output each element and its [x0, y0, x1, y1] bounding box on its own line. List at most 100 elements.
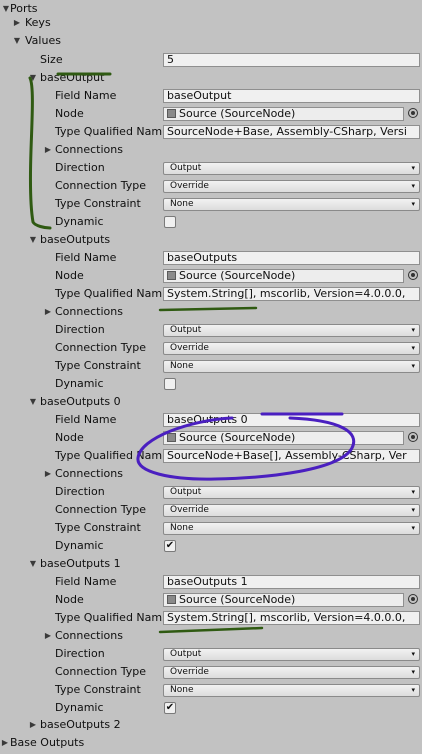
- size-label: Size: [40, 53, 63, 66]
- direction-dropdown[interactable]: Output ▾: [163, 486, 420, 499]
- size-row: Size 5: [0, 51, 422, 69]
- direction-dropdown[interactable]: Output ▾: [163, 648, 420, 661]
- triangle-down-icon[interactable]: ▼: [28, 393, 38, 411]
- node-value: Source (SourceNode): [179, 269, 296, 282]
- element-header-label: baseOutputs 0: [40, 395, 121, 408]
- script-object-icon: [167, 433, 176, 442]
- dynamic-row: Dynamic: [0, 213, 422, 231]
- field-name-input[interactable]: baseOutputs 1: [163, 575, 420, 589]
- node-object-field[interactable]: Source (SourceNode): [163, 269, 404, 283]
- field-name-input[interactable]: baseOutput: [163, 89, 420, 103]
- triangle-right-icon[interactable]: ▶: [28, 716, 38, 734]
- type-qualified-input[interactable]: System.String[], mscorlib, Version=4.0.0…: [163, 287, 420, 301]
- direction-dropdown[interactable]: Output ▾: [163, 162, 420, 175]
- node-object-field[interactable]: Source (SourceNode): [163, 107, 404, 121]
- element-header-row[interactable]: ▼ baseOutputs: [0, 231, 422, 249]
- connections-row: ▶ Connections: [0, 303, 422, 321]
- triangle-right-icon[interactable]: ▶: [43, 141, 53, 159]
- field-name-row: Field Name baseOutputs 1: [0, 573, 422, 591]
- dropdown-arrow-icon: ▾: [411, 164, 415, 172]
- connection-type-dropdown[interactable]: Override ▾: [163, 342, 420, 355]
- type-constraint-row: Type Constraint None ▾: [0, 195, 422, 213]
- object-picker-icon[interactable]: [408, 594, 418, 604]
- checkmark-icon: ✔: [165, 540, 175, 551]
- type-constraint-dropdown[interactable]: None ▾: [163, 522, 420, 535]
- field-name-row: Field Name baseOutputs: [0, 249, 422, 267]
- object-picker-icon[interactable]: [408, 432, 418, 442]
- keys-label: Keys: [25, 16, 51, 29]
- triangle-down-icon[interactable]: ▼: [28, 231, 38, 249]
- dropdown-arrow-icon: ▾: [411, 686, 415, 694]
- dynamic-label: Dynamic: [55, 701, 104, 714]
- node-value: Source (SourceNode): [179, 107, 296, 120]
- triangle-right-icon[interactable]: ▶: [43, 465, 53, 483]
- connections-label: Connections: [55, 143, 123, 156]
- connection-type-value: Override: [170, 667, 209, 677]
- connection-type-label: Connection Type: [55, 179, 147, 192]
- type-constraint-value: None: [170, 685, 194, 695]
- type-constraint-row: Type Constraint None ▾: [0, 357, 422, 375]
- dynamic-row: Dynamic: [0, 375, 422, 393]
- values-row[interactable]: ▼ Values: [0, 32, 422, 50]
- connection-type-row: Connection Type Override ▾: [0, 177, 422, 195]
- field-name-label: Field Name: [55, 575, 117, 588]
- field-name-label: Field Name: [55, 251, 117, 264]
- direction-row: Direction Output ▾: [0, 645, 422, 663]
- node-row: Node Source (SourceNode): [0, 105, 422, 123]
- node-object-field[interactable]: Source (SourceNode): [163, 431, 404, 445]
- direction-label: Direction: [55, 161, 105, 174]
- type-qualified-input[interactable]: SourceNode+Base[], Assembly-CSharp, Ver: [163, 449, 420, 463]
- node-object-field[interactable]: Source (SourceNode): [163, 593, 404, 607]
- field-name-input[interactable]: baseOutputs 0: [163, 413, 420, 427]
- triangle-right-icon[interactable]: ▶: [43, 627, 53, 645]
- triangle-down-icon[interactable]: ▼: [28, 555, 38, 573]
- object-picker-icon[interactable]: [408, 270, 418, 280]
- triangle-right-icon[interactable]: ▶: [0, 734, 10, 752]
- dynamic-label: Dynamic: [55, 377, 104, 390]
- connection-type-label: Connection Type: [55, 503, 147, 516]
- type-qualified-row: Type Qualified Nam System.String[], mscor…: [0, 609, 422, 627]
- type-constraint-dropdown[interactable]: None ▾: [163, 360, 420, 373]
- element-header-label: baseOutput: [40, 71, 105, 84]
- dynamic-label: Dynamic: [55, 539, 104, 552]
- connection-type-row: Connection Type Override ▾: [0, 501, 422, 519]
- element-header-row[interactable]: ▼ baseOutputs 0: [0, 393, 422, 411]
- connection-type-dropdown[interactable]: Override ▾: [163, 180, 420, 193]
- type-qualified-input[interactable]: System.String[], mscorlib, Version=4.0.0…: [163, 611, 420, 625]
- triangle-down-icon[interactable]: ▼: [28, 69, 38, 87]
- triangle-right-icon[interactable]: ▶: [12, 14, 22, 32]
- element-header-row[interactable]: ▼ baseOutput: [0, 69, 422, 87]
- dynamic-row: Dynamic ✔: [0, 537, 422, 555]
- collapsed-element-row[interactable]: ▶ baseOutputs 2: [0, 716, 422, 734]
- dynamic-checkbox[interactable]: [164, 378, 176, 390]
- field-name-row: Field Name baseOutput: [0, 87, 422, 105]
- element-header-label: baseOutputs 1: [40, 557, 121, 570]
- size-input[interactable]: 5: [163, 53, 420, 67]
- type-constraint-label: Type Constraint: [55, 683, 141, 696]
- field-name-input[interactable]: baseOutputs: [163, 251, 420, 265]
- dynamic-checkbox[interactable]: ✔: [164, 702, 176, 714]
- node-row: Node Source (SourceNode): [0, 591, 422, 609]
- base-outputs-row[interactable]: ▶ Base Outputs: [0, 734, 422, 752]
- triangle-down-icon[interactable]: ▼: [12, 32, 22, 50]
- dropdown-arrow-icon: ▾: [411, 326, 415, 334]
- keys-row[interactable]: ▶ Keys: [0, 14, 422, 32]
- type-constraint-dropdown[interactable]: None ▾: [163, 684, 420, 697]
- connections-label: Connections: [55, 629, 123, 642]
- connection-type-value: Override: [170, 181, 209, 191]
- dynamic-checkbox[interactable]: ✔: [164, 540, 176, 552]
- connections-row: ▶ Connections: [0, 465, 422, 483]
- script-object-icon: [167, 595, 176, 604]
- triangle-right-icon[interactable]: ▶: [43, 303, 53, 321]
- checkmark-icon: ✔: [165, 702, 175, 713]
- connections-row: ▶ Connections: [0, 627, 422, 645]
- connection-type-dropdown[interactable]: Override ▾: [163, 504, 420, 517]
- connections-label: Connections: [55, 467, 123, 480]
- type-constraint-dropdown[interactable]: None ▾: [163, 198, 420, 211]
- element-header-row[interactable]: ▼ baseOutputs 1: [0, 555, 422, 573]
- dynamic-checkbox[interactable]: [164, 216, 176, 228]
- direction-dropdown[interactable]: Output ▾: [163, 324, 420, 337]
- type-qualified-input[interactable]: SourceNode+Base, Assembly-CSharp, Versi: [163, 125, 420, 139]
- object-picker-icon[interactable]: [408, 108, 418, 118]
- connection-type-dropdown[interactable]: Override ▾: [163, 666, 420, 679]
